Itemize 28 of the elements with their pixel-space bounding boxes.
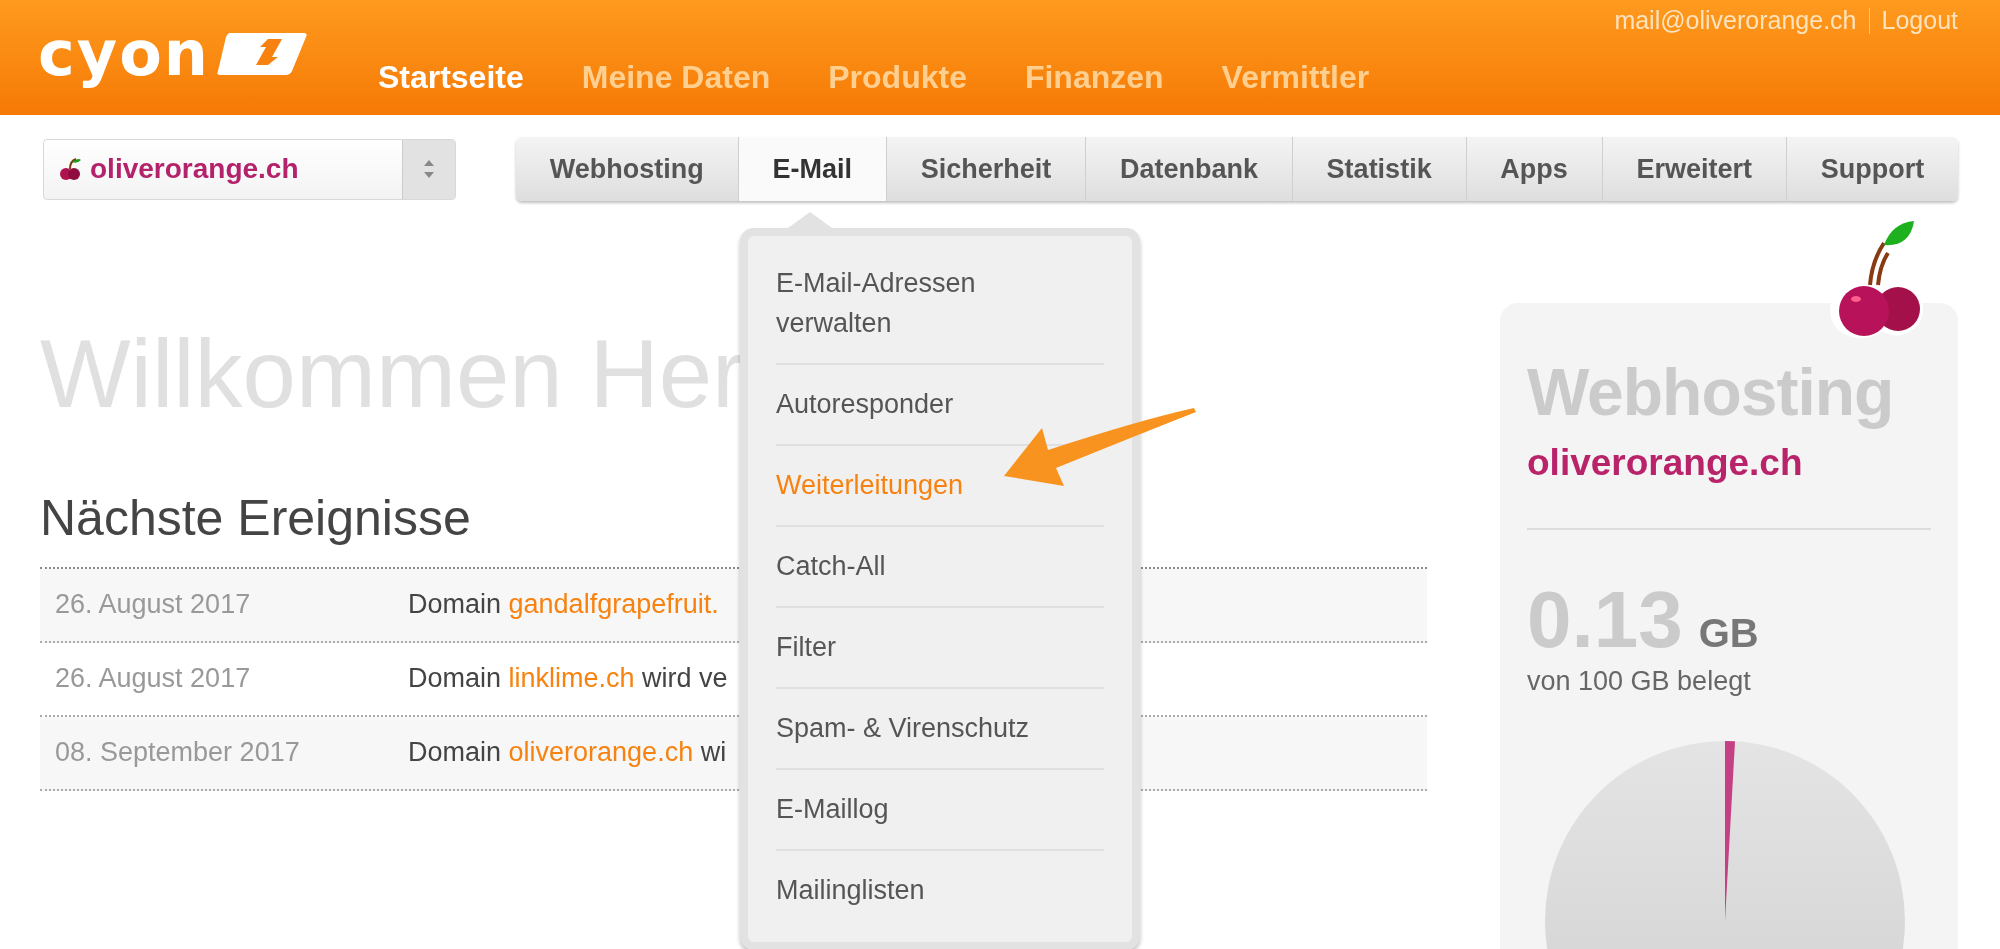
tab[interactable]: Support bbox=[1786, 137, 1958, 201]
cherry-icon bbox=[58, 157, 82, 181]
menu-item[interactable]: E-Maillog bbox=[776, 770, 1104, 851]
tab[interactable]: Sicherheit bbox=[886, 137, 1087, 201]
section-heading: Nächste Ereignisse bbox=[40, 488, 472, 547]
tab[interactable]: Statistik bbox=[1292, 137, 1467, 201]
event-date: 26. August 2017 bbox=[55, 663, 252, 695]
menu-item[interactable]: Catch-All bbox=[776, 527, 1104, 608]
domain-select[interactable]: oliverorange.ch bbox=[43, 138, 456, 200]
event-description: Domain oliverorange.ch wi bbox=[408, 737, 727, 769]
event-description: Domain linklime.ch wird ve bbox=[408, 663, 728, 695]
menu-item[interactable]: Spam- & Virenschutz bbox=[776, 689, 1104, 770]
tab[interactable]: Datenbank bbox=[1086, 137, 1293, 201]
event-description: Domain gandalfgrapefruit. bbox=[408, 589, 719, 621]
tab[interactable]: Apps bbox=[1466, 137, 1603, 201]
select-arrows-icon bbox=[402, 139, 455, 199]
usage-caption: von 100 GB belegt bbox=[1527, 666, 1752, 698]
menu-item[interactable]: Filter bbox=[776, 608, 1104, 689]
menu-item[interactable]: Mailinglisten bbox=[776, 851, 1104, 930]
card-domain: oliverorange.ch bbox=[1527, 442, 1804, 485]
tab[interactable]: Erweitert bbox=[1602, 137, 1787, 201]
event-date: 08. September 2017 bbox=[55, 737, 301, 769]
logo-icon[interactable] bbox=[215, 30, 308, 77]
event-date: 26. August 2017 bbox=[55, 589, 252, 621]
menu-item[interactable]: E-Mail-Adressen verwalten bbox=[776, 244, 1104, 365]
tab[interactable]: Webhosting bbox=[516, 137, 739, 201]
usage-unit: GB bbox=[1698, 611, 1759, 657]
tab[interactable]: E-Mail bbox=[738, 137, 887, 201]
